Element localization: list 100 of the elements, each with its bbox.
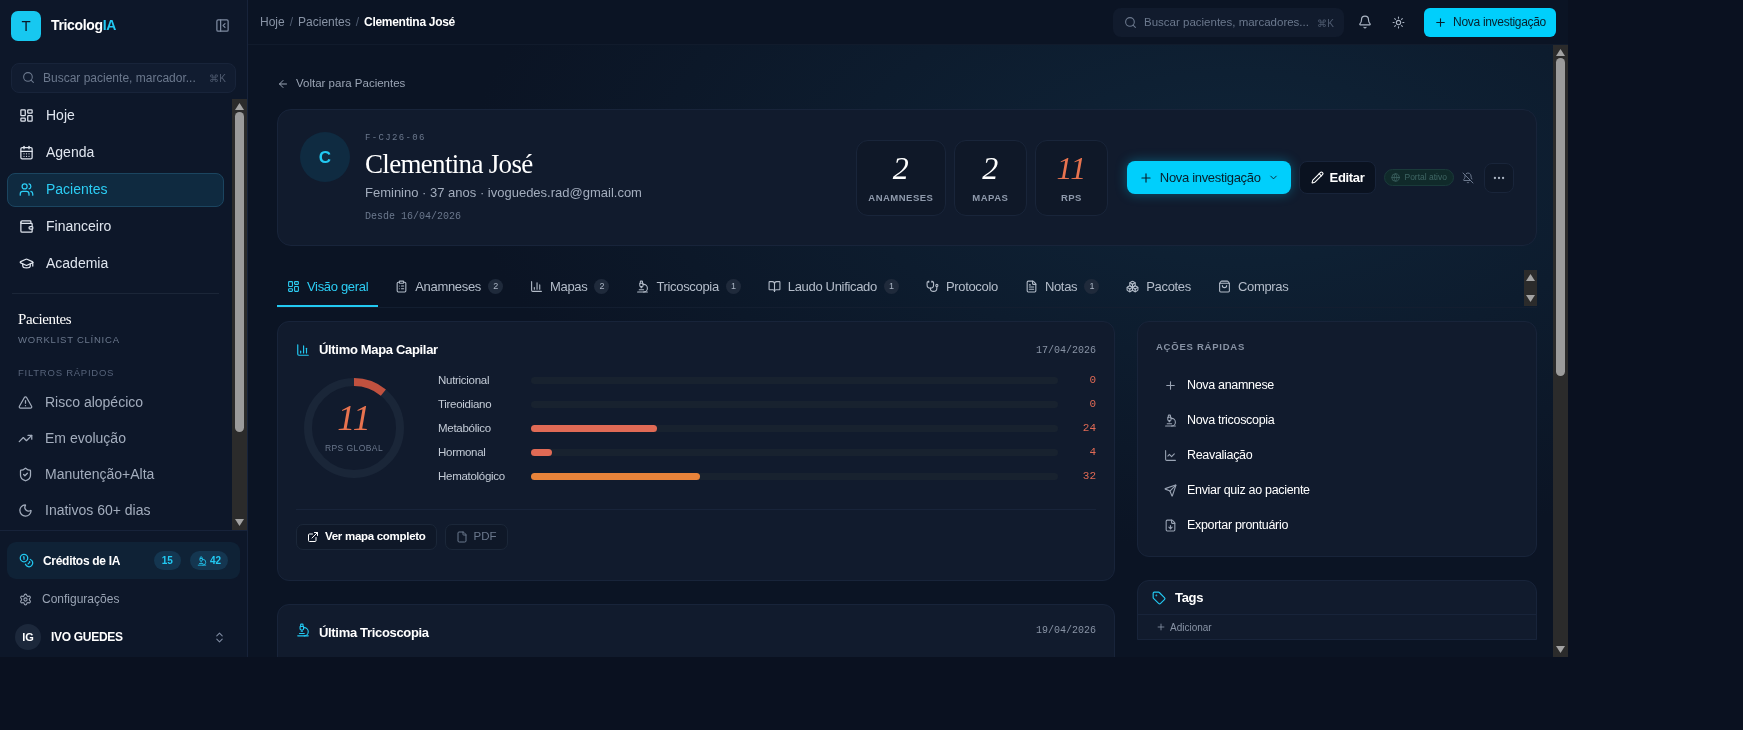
breadcrumb-item: Clementina José: [364, 14, 455, 31]
nav-item[interactable]: Pacientes: [7, 172, 224, 207]
new-investigation-button[interactable]: Nova investigação: [1424, 7, 1556, 37]
credits-panel[interactable]: Créditos de IA 15 42: [7, 542, 240, 579]
quick-action[interactable]: Nova anamnese: [1156, 367, 1518, 403]
edit-button[interactable]: Editar: [1298, 161, 1377, 195]
breadcrumb-separator: /: [355, 14, 360, 31]
line-chart-icon: [1164, 448, 1177, 462]
back-link[interactable]: Voltar para Pacientes: [277, 75, 406, 93]
credits-label: Créditos de IA: [43, 552, 122, 570]
card-title: Última Tricoscopia: [319, 624, 430, 643]
stethoscope-icon: [925, 280, 939, 294]
brand-name: TricologIA: [51, 16, 117, 36]
filter-item[interactable]: Inativos 60+ dias: [7, 493, 224, 527]
scroll-up-arrow-icon[interactable]: [235, 102, 244, 110]
graduation-cap-icon: [19, 256, 34, 272]
quick-action[interactable]: Exportar prontuário: [1156, 507, 1518, 543]
tab-count: 1: [725, 279, 741, 295]
nav-item[interactable]: Financeiro: [7, 209, 224, 244]
coins-icon: [19, 553, 34, 568]
tab-count: 2: [487, 279, 503, 295]
breadcrumb-item[interactable]: Hoje: [260, 13, 285, 31]
chevrons-icon[interactable]: [213, 630, 226, 644]
search-icon: [22, 70, 35, 84]
credit-count: 42: [189, 551, 228, 570]
breadcrumb-item[interactable]: Pacientes: [298, 13, 351, 31]
bar-chart-icon: [296, 343, 310, 357]
tab[interactable]: Compras: [1207, 268, 1299, 308]
view-map-button[interactable]: Ver mapa completo: [296, 523, 437, 550]
scroll-down-arrow-icon[interactable]: [1526, 294, 1535, 302]
section-subtitle: WORKLIST CLÍNICA: [17, 333, 121, 348]
notifications-icon[interactable]: [1358, 15, 1373, 29]
boxes-icon: [1126, 280, 1140, 294]
bar-chart-icon: [529, 280, 543, 294]
send-icon: [1164, 483, 1177, 497]
scrollbar-thumb[interactable]: [235, 111, 244, 432]
logo-badge: T: [11, 10, 41, 41]
bag-icon: [1217, 280, 1231, 294]
patient-since: Desde 16/04/2026: [365, 209, 462, 224]
shield-check-icon: [18, 466, 33, 482]
settings-link[interactable]: Configurações: [7, 581, 132, 617]
filter-item[interactable]: Manutenção+Alta: [7, 457, 224, 491]
users-icon: [19, 182, 34, 198]
filter-item[interactable]: Em evolução: [7, 421, 224, 455]
axis-reading: 0: [1088, 373, 1096, 388]
plus-icon: [1156, 622, 1166, 633]
gauge-label: RPS GLOBAL: [324, 442, 384, 456]
tab[interactable]: Laudo Unificado 1: [757, 268, 909, 308]
globe-icon: [1391, 173, 1401, 183]
microscope-icon: [296, 623, 310, 638]
tab[interactable]: Protocolo: [915, 268, 1008, 308]
external-link-icon: [307, 530, 319, 543]
tab[interactable]: Mapas 2: [519, 268, 620, 308]
calendar-icon: [19, 145, 34, 161]
tab-count: 1: [1084, 279, 1100, 295]
nav-item[interactable]: Academia: [7, 246, 224, 281]
new-investigation-button[interactable]: Nova investigação: [1126, 161, 1291, 195]
quick-action[interactable]: Nova tricoscopia: [1156, 402, 1518, 438]
add-tag-button[interactable]: Adicionar: [1138, 615, 1230, 640]
tab[interactable]: Visão geral: [277, 268, 379, 308]
tab[interactable]: Tricoscopia 1: [626, 268, 751, 308]
document-icon: [1024, 280, 1038, 294]
tab[interactable]: Pacotes: [1116, 268, 1201, 308]
tab[interactable]: Notas 1: [1014, 268, 1110, 308]
theme-icon[interactable]: [1392, 15, 1406, 29]
shortcut-hint: ⌘K: [209, 71, 226, 86]
axis-reading: 24: [1081, 421, 1096, 436]
patient-name: Clementina José: [365, 148, 534, 182]
filter-item[interactable]: Risco alopécico: [7, 385, 224, 419]
scroll-up-arrow-icon[interactable]: [1556, 49, 1565, 56]
stat-label: RPS: [1060, 191, 1082, 206]
microscope-icon: [1164, 413, 1177, 427]
quick-action[interactable]: Enviar quiz ao paciente: [1156, 472, 1518, 508]
file-download-icon: [1164, 518, 1177, 532]
card-date: 17/04/2026: [1036, 343, 1096, 358]
scrollbar-thumb[interactable]: [1556, 58, 1565, 376]
microscope-icon: [196, 555, 207, 566]
stat-value: 11: [1056, 150, 1087, 187]
stat-label: MAPAS: [972, 191, 1009, 206]
axis-label: Hematológico: [438, 468, 506, 484]
collapse-sidebar-icon[interactable]: [215, 18, 230, 34]
scroll-down-arrow-icon[interactable]: [1556, 646, 1565, 653]
axis-label: Tireoidiano: [438, 396, 493, 412]
plus-icon: [1434, 15, 1448, 29]
stat-value: 2: [892, 150, 909, 187]
scroll-down-arrow-icon[interactable]: [235, 519, 244, 526]
nav-item[interactable]: Hoje: [7, 98, 224, 133]
document-icon: [455, 530, 468, 543]
axis-reading: 0: [1088, 397, 1096, 412]
breadcrumb-separator: /: [289, 14, 294, 31]
tag-icon: [1152, 590, 1166, 605]
quick-action[interactable]: Reavaliação: [1156, 437, 1518, 473]
plus-icon: [1138, 170, 1153, 185]
pdf-button[interactable]: PDF: [444, 523, 508, 550]
nav-item[interactable]: Agenda: [7, 135, 224, 170]
scroll-up-arrow-icon[interactable]: [1526, 273, 1535, 281]
bell-off-icon[interactable]: [1462, 171, 1474, 184]
tab[interactable]: Anamneses 2: [385, 268, 513, 308]
filters-heading: FILTROS RÁPIDOS: [17, 365, 116, 380]
card-title: Tags: [1175, 589, 1204, 607]
